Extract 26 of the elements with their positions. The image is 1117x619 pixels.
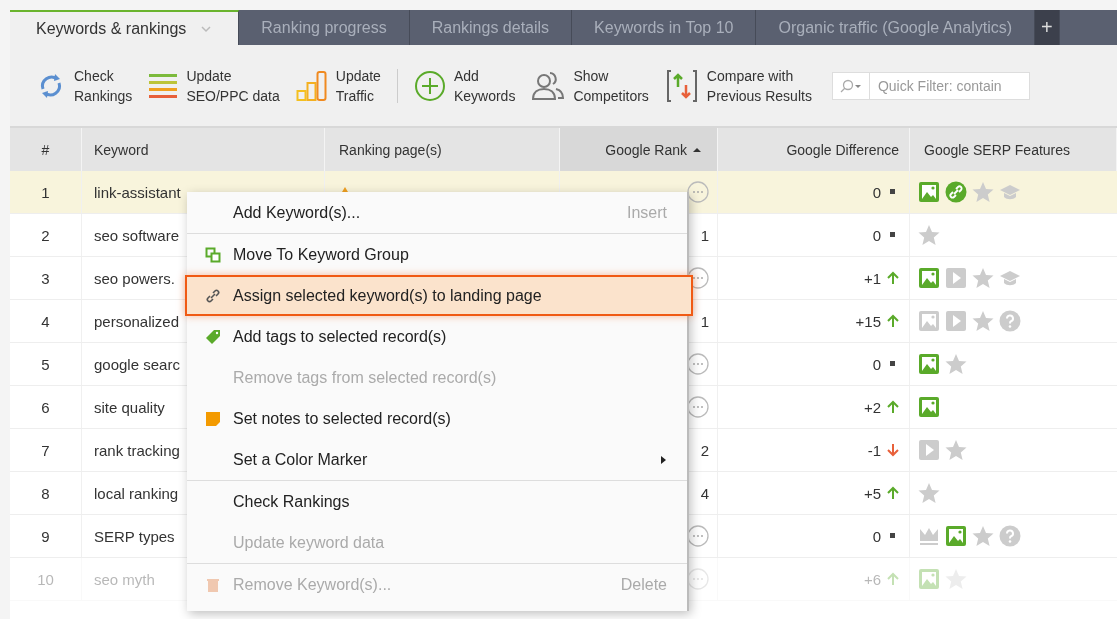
table-cell: +6 — [863, 570, 881, 588]
shortcut-label: Insert — [627, 203, 667, 222]
table-cell: 3 — [10, 257, 82, 299]
table-cell: +5 — [863, 484, 881, 502]
table-cell: 10 — [10, 558, 82, 600]
table-cell: +15 — [855, 312, 881, 330]
table-cell: 4 — [700, 484, 709, 502]
table-cell: 9 — [10, 515, 82, 557]
table-cell: 6 — [10, 386, 82, 428]
table-cell: 2 — [10, 214, 82, 256]
table-cell: 1 — [700, 312, 709, 330]
table-cell: 0 — [872, 527, 881, 545]
table-cell: -1 — [867, 441, 881, 459]
table-cell: 0 — [872, 355, 881, 373]
table-cell: 2 — [700, 441, 709, 459]
table-cell: 0 — [872, 226, 881, 244]
table-cell: 1 — [700, 226, 709, 244]
table-cell: 4 — [10, 300, 82, 342]
shortcut-label: Delete — [620, 575, 667, 594]
table-cell: 7 — [10, 429, 82, 471]
table-cell: 1 — [10, 171, 82, 213]
table-cell: 0 — [872, 183, 881, 201]
table-cell: +2 — [863, 398, 881, 416]
table-cell: +1 — [863, 269, 881, 287]
table-cell: 8 — [10, 472, 82, 514]
table-cell: 5 — [10, 343, 82, 385]
